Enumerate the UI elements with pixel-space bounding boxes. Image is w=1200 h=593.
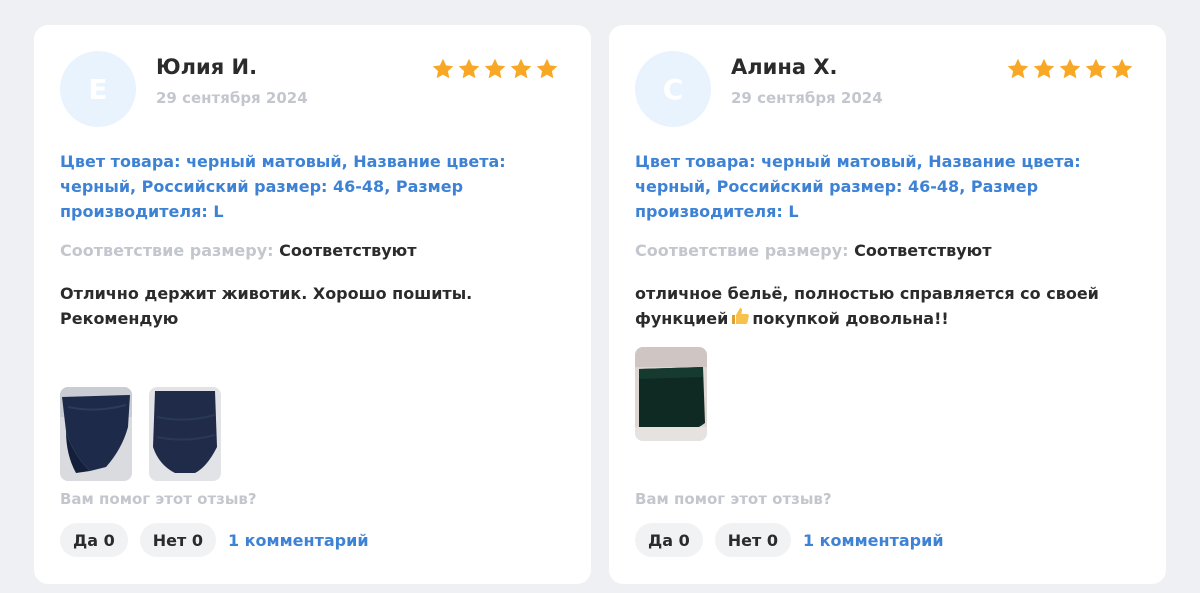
review-author: Юлия И. [156, 55, 258, 79]
review-text: Отлично держит животик. Хорошо пошиты. Р… [60, 281, 560, 331]
comments-link[interactable]: 1 комментарий [228, 531, 369, 550]
review-text-part: Отлично держит животик. Хорошо пошиты. Р… [60, 284, 473, 328]
comments-link[interactable]: 1 комментарий [803, 531, 944, 550]
avatar: С [635, 51, 711, 127]
review-actions: Да 0 Нет 0 1 комментарий [635, 523, 944, 557]
star-icon [1058, 57, 1082, 81]
avatar: Е [60, 51, 136, 127]
review-actions: Да 0 Нет 0 1 комментарий [60, 523, 369, 557]
review-photo[interactable] [60, 387, 132, 481]
star-icon [1084, 57, 1108, 81]
star-icon [1032, 57, 1056, 81]
size-fit: Соответствие размеру: Соответствуют [635, 240, 992, 262]
helpful-question: Вам помог этот отзыв? [60, 490, 257, 508]
vote-no-button[interactable]: Нет 0 [714, 523, 791, 557]
star-icon [483, 57, 507, 81]
review-text: отличное бельё, полностью справляется со… [635, 281, 1135, 331]
review-photos [60, 387, 221, 481]
size-fit-label: Соответствие размеру: [635, 241, 849, 260]
helpful-question: Вам помог этот отзыв? [635, 490, 832, 508]
review-text-part: покупкой довольна!! [752, 309, 949, 328]
review-photo[interactable] [635, 347, 707, 441]
star-icon [1006, 57, 1030, 81]
vote-no-button[interactable]: Нет 0 [139, 523, 216, 557]
star-icon [509, 57, 533, 81]
vote-yes-button[interactable]: Да 0 [635, 523, 703, 557]
star-icon [535, 57, 559, 81]
review-date: 29 сентября 2024 [731, 89, 883, 107]
size-fit: Соответствие размеру: Соответствуют [60, 240, 417, 262]
review-date: 29 сентября 2024 [156, 89, 308, 107]
review-photo[interactable] [149, 387, 221, 481]
size-fit-label: Соответствие размеру: [60, 241, 274, 260]
rating-stars [431, 57, 559, 81]
review-photos [635, 347, 707, 441]
star-icon [1110, 57, 1134, 81]
review-author: Алина Х. [731, 55, 838, 79]
product-specs: Цвет товара: черный матовый, Название цв… [60, 152, 506, 221]
rating-stars [1006, 57, 1134, 81]
vote-yes-button[interactable]: Да 0 [60, 523, 128, 557]
review-card: С Алина Х. 29 сентября 2024 Цвет товара:… [609, 25, 1166, 584]
star-icon [457, 57, 481, 81]
size-fit-value: Соответствуют [279, 241, 417, 260]
star-icon [431, 57, 455, 81]
thumbs-up-icon [732, 308, 750, 324]
review-card: Е Юлия И. 29 сентября 2024 Цвет товара: … [34, 25, 591, 584]
product-specs: Цвет товара: черный матовый, Название цв… [635, 152, 1081, 221]
size-fit-value: Соответствуют [854, 241, 992, 260]
